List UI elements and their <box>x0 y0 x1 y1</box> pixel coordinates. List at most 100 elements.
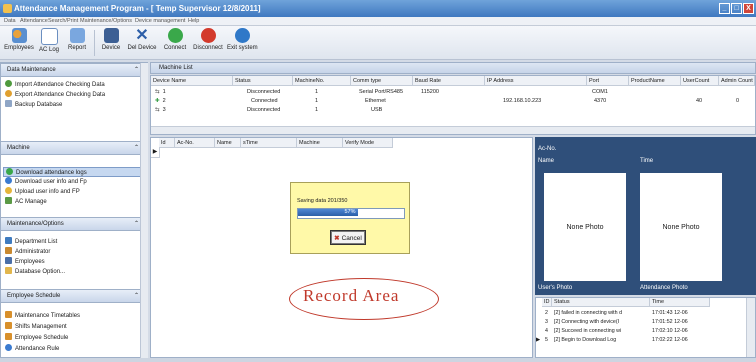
disconnect-button[interactable]: Disconnect <box>191 27 225 59</box>
database-icon <box>5 100 12 107</box>
sidebar-item-attendance-rule[interactable]: Attendance Rule <box>5 344 59 354</box>
exit-button[interactable]: Exit system <box>227 27 258 59</box>
section-schedule[interactable]: Employee Schedule ⌃ <box>1 289 147 303</box>
cancel-button[interactable]: ✖ Cancel <box>331 231 365 244</box>
col-status[interactable]: Status <box>233 76 293 86</box>
cell-comm-type: Serial Port/RS485 <box>359 89 404 95</box>
employees-icon <box>5 257 12 264</box>
report-icon <box>69 28 85 43</box>
cell-status: Connected <box>251 98 278 104</box>
sidebar-item-import[interactable]: Import Attendance Checking Data <box>5 80 105 90</box>
log-time-cell: 17:02:22 12-06 <box>652 337 688 343</box>
connected-device-icon: ✚ <box>155 98 160 104</box>
status-bar <box>0 358 756 362</box>
collapse-icon: ⌃ <box>133 67 139 73</box>
progress-dialog: Saving data 201/350 57% ✖ Cancel <box>290 182 410 254</box>
row-indicator-icon: ▶ <box>151 148 160 158</box>
collapse-icon: ⌃ <box>133 145 139 151</box>
col-log-status[interactable]: Status <box>552 298 650 307</box>
collapse-icon: ⌃ <box>133 221 139 227</box>
sidebar-item-administrator[interactable]: Administrator <box>5 247 50 257</box>
col-verify-mode[interactable]: Verify Mode <box>343 138 393 148</box>
report-button[interactable]: Report <box>64 27 90 59</box>
machine-grid: Device Name Status MachineNo. Comm type … <box>150 75 756 135</box>
machine-grid-hscrollbar[interactable] <box>151 126 755 134</box>
menu-help[interactable]: Help <box>188 18 199 24</box>
menu-attendance[interactable]: Attendance <box>20 18 48 24</box>
photo-panel: Ac-No. Name Time None Photo None Photo U… <box>535 137 756 295</box>
menu-search-print[interactable]: Search/Print <box>48 18 78 24</box>
del-device-button[interactable]: ✕ Del Device <box>126 27 158 59</box>
menu-data[interactable]: Data <box>4 18 16 24</box>
cell-port: COM1 <box>592 89 608 95</box>
section-data-maintenance[interactable]: Data Maintenance ⌃ <box>1 63 147 77</box>
machine-list-header: Machine List <box>150 62 756 74</box>
sidebar-item-download-user[interactable]: Download user info and Fp <box>5 177 87 187</box>
name-label: Name <box>538 158 555 164</box>
menu-device-management[interactable]: Device management <box>135 18 185 24</box>
sidebar-item-download-logs[interactable]: Download attendance logs <box>3 167 143 177</box>
close-button[interactable]: X <box>743 3 754 14</box>
aclog-icon <box>40 28 58 45</box>
progress-percent: 57% <box>344 209 356 215</box>
col-ip-address[interactable]: IP Address <box>485 76 587 86</box>
col-log-time[interactable]: Time <box>650 298 710 307</box>
col-machine-no[interactable]: MachineNo. <box>293 76 351 86</box>
col-user-count[interactable]: UserCount <box>681 76 719 86</box>
sidebar-item-timetables[interactable]: Maintenance Timetables <box>5 311 80 321</box>
department-icon <box>5 237 12 244</box>
sidebar-item-export[interactable]: Export Attendance Checking Data <box>5 90 105 100</box>
maximize-button[interactable]: □ <box>731 3 742 14</box>
sidebar-item-employee-schedule[interactable]: Employee Schedule <box>5 333 68 343</box>
menu-maintenance-options[interactable]: Maintenance/Options <box>80 18 132 24</box>
col-port[interactable]: Port <box>587 76 629 86</box>
database-option-icon <box>5 267 12 274</box>
cell-machine-no: 1 <box>315 89 319 95</box>
col-stime[interactable]: sTime <box>241 138 297 148</box>
col-id[interactable]: Id <box>159 138 175 148</box>
log-grid: ID Status Time 2 [2] failed in connectin… <box>535 297 756 358</box>
col-ac-no[interactable]: Ac-No. <box>175 138 215 148</box>
sidebar-item-employees[interactable]: Employees <box>5 257 45 267</box>
section-machine[interactable]: Machine ⌃ <box>1 141 147 155</box>
serial-device-icon: ⇆ <box>155 89 160 95</box>
col-device-name[interactable]: Device Name <box>151 76 233 86</box>
col-log-id[interactable]: ID <box>542 298 552 307</box>
section-maintenance[interactable]: Maintenance/Options ⌃ <box>1 217 147 231</box>
employees-button[interactable]: Employees <box>4 27 34 59</box>
sidebar-item-ac-manage[interactable]: AC Manage <box>5 197 47 207</box>
device-button[interactable]: Device <box>98 27 124 59</box>
sidebar-item-backup[interactable]: Backup Database <box>5 100 62 110</box>
cell-baud-rate: 115200 <box>421 89 439 95</box>
cell-status: Disconnected <box>247 89 281 95</box>
sidebar-item-upload-user[interactable]: Upload user info and FP <box>5 187 80 197</box>
record-area-label: Record Area <box>303 286 400 305</box>
col-product-name[interactable]: ProductName <box>629 76 681 86</box>
sidebar-item-database-option[interactable]: Database Option... <box>5 267 65 277</box>
log-time-cell: 17:01:43 12-06 <box>652 310 688 316</box>
aclog-button[interactable]: AC Log <box>36 27 62 59</box>
delete-x-icon: ✕ <box>135 27 149 44</box>
connect-button[interactable]: Connect <box>161 27 189 59</box>
attendance-photo: None Photo <box>640 173 722 281</box>
log-scrollbar[interactable] <box>746 298 755 357</box>
col-admin-count[interactable]: Admin Count <box>719 76 755 86</box>
table-row[interactable]: ⇆ 3 <box>155 106 166 114</box>
col-comm-type[interactable]: Comm type <box>351 76 413 86</box>
table-row[interactable]: ✚ 2 <box>155 97 166 105</box>
cancel-x-icon: ✖ <box>334 235 340 242</box>
minimize-button[interactable]: _ <box>719 3 730 14</box>
col-baud-rate[interactable]: Baud Rate <box>413 76 485 86</box>
sidebar-item-department[interactable]: Department List <box>5 237 57 247</box>
table-row[interactable]: ⇆ 1 <box>155 88 166 96</box>
cell-status: Disconnected <box>247 107 281 113</box>
cell-ip-address: 192.168.10.223 <box>503 98 542 104</box>
sidebar-item-shifts[interactable]: Shifts Management <box>5 322 67 332</box>
table-row: 3 <box>545 319 548 325</box>
col-machine[interactable]: Machine <box>297 138 343 148</box>
sidebar-scrollbar[interactable] <box>140 63 148 359</box>
log-time-cell: 17:01:52 12-06 <box>652 319 688 325</box>
col-name[interactable]: Name <box>215 138 241 148</box>
connect-icon <box>167 28 183 43</box>
upload-icon <box>5 187 12 194</box>
